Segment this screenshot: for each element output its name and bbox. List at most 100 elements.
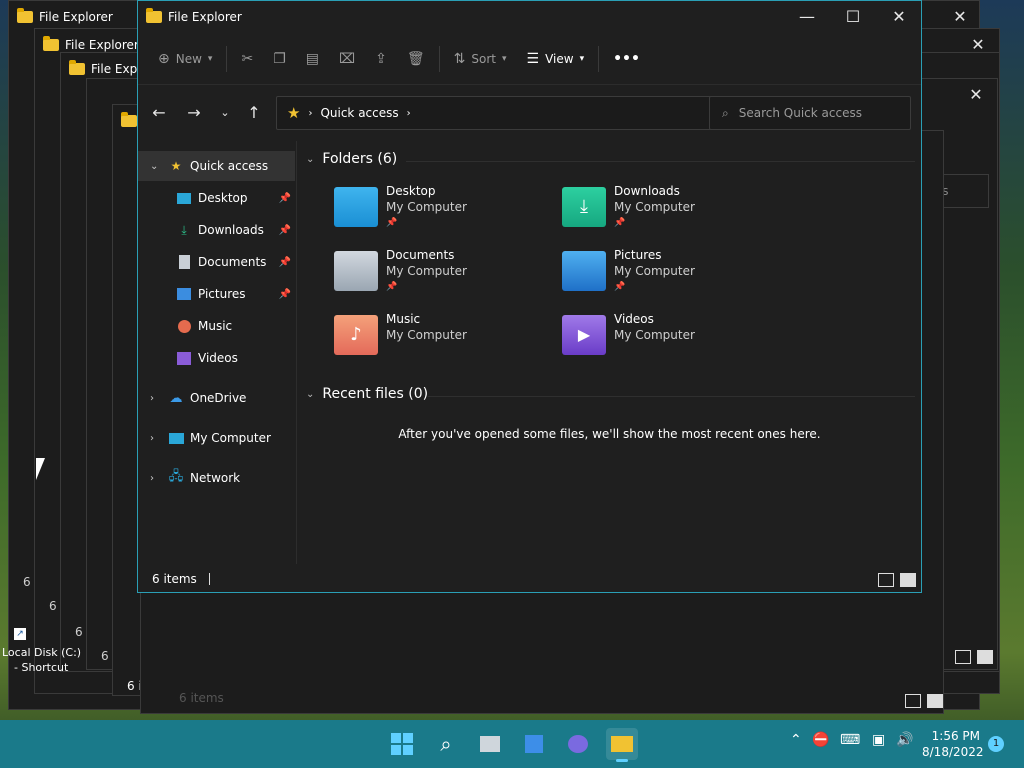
tiles-view-button[interactable] <box>977 650 993 664</box>
desktop-folder-icon <box>334 187 378 227</box>
nav-item-pictures[interactable]: Pictures 📌 <box>138 279 295 309</box>
view-icon: ☰ <box>526 50 540 67</box>
task-view-button[interactable] <box>474 728 506 760</box>
nav-item-quick-access[interactable]: ⌄ ★ Quick access <box>138 151 295 181</box>
breadcrumb[interactable]: Quick access <box>320 106 398 120</box>
maximize-button[interactable]: ☐ <box>830 1 876 31</box>
task-view-icon <box>480 736 500 752</box>
close-button[interactable]: ✕ <box>953 79 999 109</box>
command-bar: ⊕ New ▾ ✂ ❐ ▤ ⌧ ⇪ 🗑 ⇅ Sort ▾ ☰ View ▾ ••… <box>138 33 921 85</box>
view-button[interactable]: ☰ View ▾ <box>517 41 595 77</box>
display-icon[interactable]: ▣ <box>872 732 885 748</box>
nav-item-network[interactable]: › 🖧 Network <box>138 463 295 493</box>
folder-tile[interactable]: ⤓ Downloads My Computer 📌 <box>562 183 782 239</box>
chevron-down-icon[interactable]: ⌄ <box>150 161 158 172</box>
folder-tile[interactable]: Documents My Computer 📌 <box>334 247 554 303</box>
cloud-icon: ☁ <box>169 390 183 406</box>
back-button[interactable]: ← <box>142 93 176 131</box>
nav-item-documents[interactable]: Documents 📌 <box>138 247 295 277</box>
section-title: Recent files (0) <box>322 386 429 402</box>
folder-tile[interactable]: Pictures My Computer 📌 <box>562 247 782 303</box>
breadcrumb-separator-icon: › <box>308 107 313 119</box>
chevron-right-icon[interactable]: › <box>150 433 154 444</box>
nav-item-downloads[interactable]: ⤓ Downloads 📌 <box>138 215 295 245</box>
folder-location: My Computer <box>614 264 695 278</box>
rename-button[interactable]: ⌧ <box>329 41 365 77</box>
content-pane: ⌄ Folders (6) Desktop My Computer 📌 ⤓ Down… <box>298 141 921 564</box>
cut-icon: ✂ <box>241 50 254 67</box>
new-button[interactable]: ⊕ New ▾ <box>148 41 222 77</box>
minimize-button[interactable]: — <box>784 1 830 31</box>
search-taskbar-button[interactable]: ⌕ <box>430 728 462 760</box>
search-icon: ⌕ <box>722 105 729 120</box>
nav-item-desktop[interactable]: Desktop 📌 <box>138 183 295 213</box>
paste-button[interactable]: ▤ <box>296 41 329 77</box>
videos-folder-icon: ▶ <box>562 315 606 355</box>
folder-tile[interactable]: ▶ Videos My Computer <box>562 311 782 367</box>
sort-button[interactable]: ⇅ Sort ▾ <box>444 41 517 77</box>
share-button[interactable]: ⇪ <box>365 41 397 77</box>
folder-tile[interactable]: Desktop My Computer 📌 <box>334 183 554 239</box>
nav-item-label: Pictures <box>198 287 246 301</box>
shortcut-arrow-icon: ↗ <box>14 628 26 640</box>
section-divider <box>428 396 915 397</box>
details-view-button[interactable] <box>905 694 921 708</box>
nav-item-onedrive[interactable]: › ☁ OneDrive <box>138 383 295 413</box>
notification-badge[interactable]: 1 <box>988 736 1004 752</box>
forward-button[interactable]: → <box>177 93 211 131</box>
chevron-right-icon[interactable]: › <box>150 393 154 404</box>
close-button[interactable]: ✕ <box>937 1 983 31</box>
recent-empty-message: After you've opened some files, we'll sh… <box>398 427 821 441</box>
file-explorer-taskbar-button[interactable] <box>606 728 638 762</box>
volume-icon[interactable]: 🔊 <box>896 732 913 748</box>
widgets-button[interactable] <box>518 728 550 760</box>
pin-icon: 📌 <box>278 288 291 300</box>
cut-button[interactable]: ✂ <box>231 41 263 77</box>
folder-location: My Computer <box>386 200 467 214</box>
folder-icon <box>69 60 85 75</box>
pin-icon: 📌 <box>278 192 291 204</box>
details-view-button[interactable] <box>955 650 971 664</box>
downloads-folder-icon: ⤓ <box>562 187 606 227</box>
close-button[interactable]: ✕ <box>876 1 922 31</box>
more-options-button[interactable]: ••• <box>603 41 650 77</box>
folder-location: My Computer <box>386 328 467 342</box>
navigation-pane: ⌄ ★ Quick access Desktop 📌 ⤓ Downloads 📌… <box>138 141 297 564</box>
tiles-view-button[interactable] <box>900 573 916 587</box>
search-box[interactable]: ⌕ Search Quick access <box>709 96 911 130</box>
status-divider <box>208 573 210 585</box>
documents-folder-icon <box>334 251 378 291</box>
delete-button[interactable]: 🗑 <box>397 41 435 77</box>
keyboard-icon[interactable]: ⌨ <box>840 732 860 748</box>
details-view-button[interactable] <box>878 573 894 587</box>
nav-item-my-computer[interactable]: › My Computer <box>138 423 295 453</box>
recent-section-header[interactable]: ⌄ Recent files (0) <box>306 386 428 402</box>
nav-item-label: Documents <box>198 255 267 269</box>
chevron-up-icon[interactable]: ⌃ <box>790 732 802 748</box>
folder-icon <box>611 736 633 752</box>
search-input[interactable]: Search Quick access <box>739 106 862 120</box>
rename-icon: ⌧ <box>338 50 356 67</box>
folders-section-header[interactable]: ⌄ Folders (6) <box>306 151 397 167</box>
folder-name: Documents <box>386 248 455 262</box>
network-icon: 🖧 <box>168 469 184 484</box>
tiles-view-button[interactable] <box>927 694 943 708</box>
chat-icon <box>568 735 588 753</box>
nav-item-music[interactable]: Music <box>138 311 295 341</box>
start-button[interactable] <box>386 728 418 760</box>
desktop-shortcut[interactable]: ↗ Local Disk (C:) - Shortcut <box>0 626 90 678</box>
chevron-right-icon[interactable]: › <box>150 473 154 484</box>
sort-label: Sort <box>471 51 496 66</box>
folder-location: My Computer <box>614 328 695 342</box>
chat-button[interactable] <box>562 728 594 760</box>
copy-button[interactable]: ❐ <box>263 41 296 77</box>
title-bar[interactable]: File Explorer <box>138 1 242 33</box>
up-button[interactable]: ↑ <box>237 93 271 131</box>
nav-item-videos[interactable]: Videos <box>138 343 295 373</box>
breadcrumb-separator-icon: › <box>406 107 411 119</box>
mouse-cursor <box>36 458 45 480</box>
folder-tile[interactable]: ♪ Music My Computer <box>334 311 554 367</box>
clock[interactable]: 1:56 PM 8/18/2022 <box>922 728 984 760</box>
network-off-icon[interactable]: ⛔ <box>812 732 829 748</box>
pin-icon: 📌 <box>278 256 291 268</box>
